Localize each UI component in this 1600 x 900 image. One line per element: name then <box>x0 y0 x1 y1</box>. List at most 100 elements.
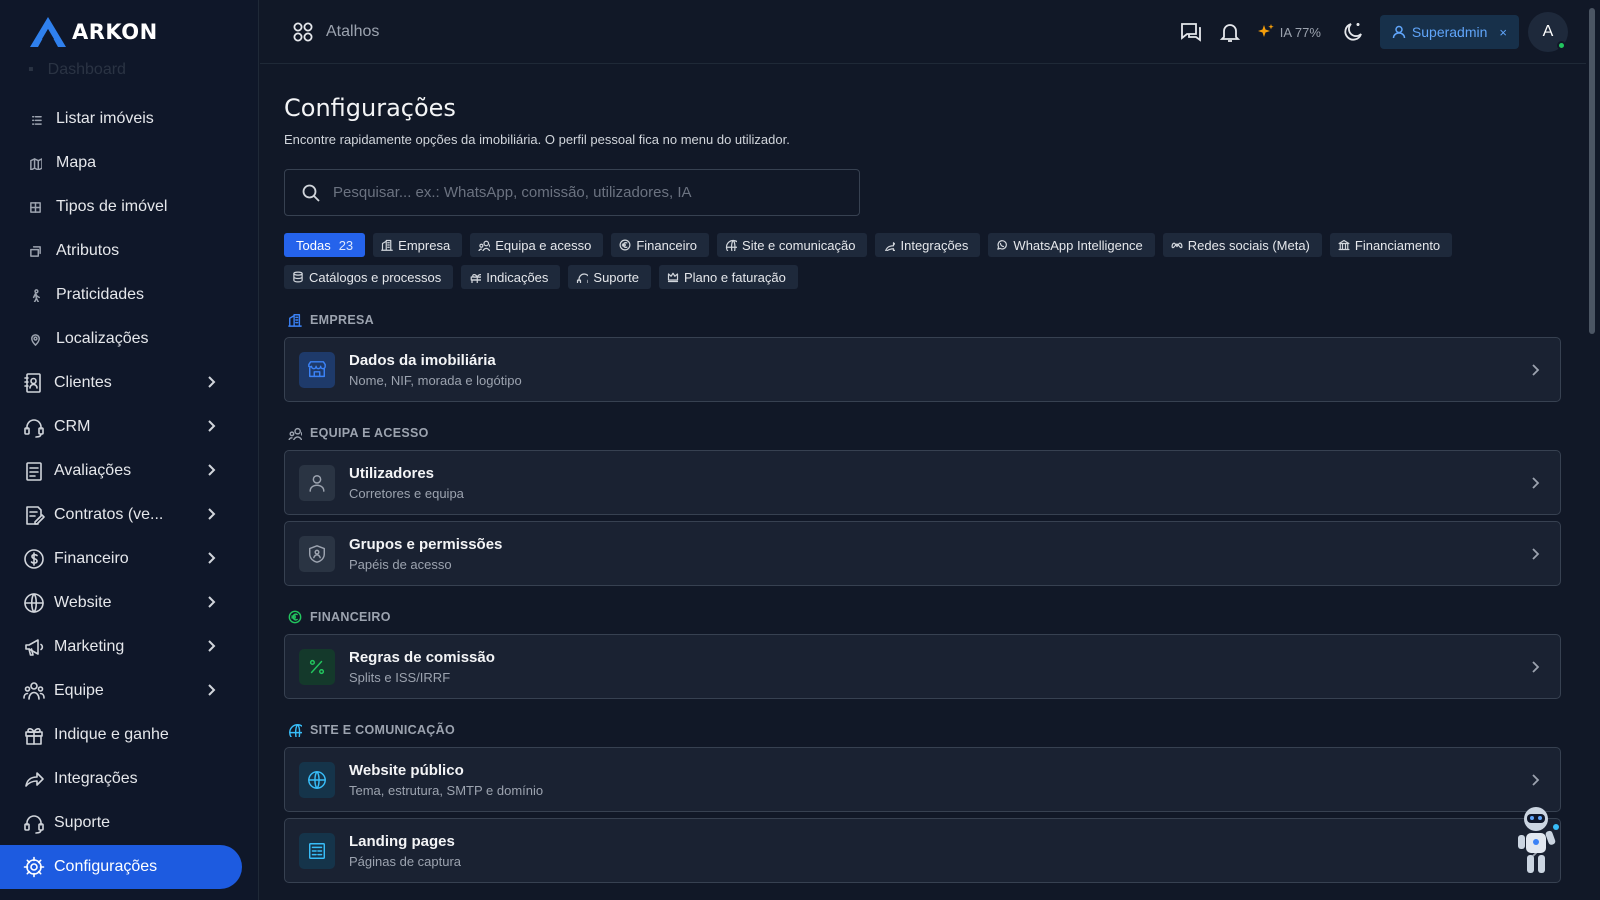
card-text: Landing pages Páginas de captura <box>349 833 461 869</box>
messages-icon[interactable] <box>1178 19 1204 45</box>
section-heading: EQUIPA E ACESSO <box>284 424 1561 442</box>
sidebar-item-listar-imóveis[interactable]: Listar imóveis <box>0 97 258 141</box>
sidebar-item-label: Equipe <box>54 682 104 699</box>
brand-logo[interactable]: ARKON <box>0 0 258 64</box>
sidebar-item-praticidades[interactable]: Praticidades <box>0 273 258 317</box>
filter-chip-empresa[interactable]: Empresa <box>373 233 463 257</box>
card-description: Corretores e equipa <box>349 485 464 501</box>
filter-chip-financeiro[interactable]: Financeiro <box>611 233 710 257</box>
sidebar-item-label: Praticidades <box>56 286 145 303</box>
filter-chip-suporte[interactable]: Suporte <box>568 265 651 289</box>
filter-chip-catálogos-e-processos[interactable]: Catálogos e processos <box>284 265 454 289</box>
settings-card[interactable]: Grupos e permissões Papéis de acesso <box>284 521 1561 586</box>
ia-usage[interactable]: IA 77% <box>1257 23 1321 41</box>
headset-icon <box>24 815 44 834</box>
sidebar-item-crm[interactable]: CRM <box>0 405 258 449</box>
section-heading-label: FINANCEIRO <box>310 610 391 624</box>
sidebar-item-integrações[interactable]: Integrações <box>0 757 258 801</box>
card-text: Website público Tema, estrutura, SMTP e d… <box>349 762 543 798</box>
team-icon <box>478 240 491 251</box>
sidebar-item-equipe[interactable]: Equipe <box>0 669 258 713</box>
card-text: Dados da imobiliária Nome, NIF, morada e … <box>349 352 522 388</box>
sidebar-item-avaliações[interactable]: Avaliações <box>0 449 258 493</box>
dashboard-icon: ▪ <box>28 61 34 78</box>
dollar-icon <box>24 549 44 569</box>
sidebar-item-label: Website <box>54 594 112 611</box>
settings-card[interactable]: Regras de comissão Splits e ISS/IRRF <box>284 634 1561 699</box>
sidebar-item-dashboard[interactable]: ▪ Dashboard <box>28 60 126 80</box>
role-label: Superadmin <box>1411 24 1488 40</box>
filter-chip-integrações[interactable]: Integrações <box>875 233 981 257</box>
sidebar-item-atributos[interactable]: Atributos <box>0 229 258 273</box>
sidebar-item-localizações[interactable]: Localizações <box>0 317 258 361</box>
settings-card[interactable]: Dados da imobiliária Nome, NIF, morada e … <box>284 337 1561 402</box>
filter-chip-label: Indicações <box>486 269 549 285</box>
sidebar-item-contratos-ve[interactable]: Contratos (ve... <box>0 493 258 537</box>
card-description: Splits e ISS/IRRF <box>349 669 451 685</box>
settings-page: Configurações Encontre rapidamente opçõe… <box>284 64 1561 900</box>
shortcuts-button[interactable]: Atalhos <box>292 21 379 43</box>
sidebar-item-mapa[interactable]: Mapa <box>0 141 258 185</box>
settings-card[interactable]: Website público Tema, estrutura, SMTP e d… <box>284 747 1561 812</box>
card-icon-box <box>299 464 335 501</box>
chevron-right-icon <box>208 684 216 696</box>
sidebar-item-indique-e-ganhe[interactable]: Indique e ganhe <box>0 713 258 757</box>
chevron-right-icon <box>208 640 216 652</box>
close-icon[interactable]: × <box>1499 25 1507 40</box>
chevron-right-icon <box>208 420 216 432</box>
gear-icon <box>23 856 45 878</box>
filter-chip-all[interactable]: Todas 23 <box>284 233 366 257</box>
sidebar-item-label: Financeiro <box>54 550 129 567</box>
filter-chip-equipa-e-acesso[interactable]: Equipa e acesso <box>470 233 604 257</box>
sidebar-item-label: Avaliações <box>54 462 132 479</box>
filter-chip-site-e-comunicação[interactable]: Site e comunicação <box>717 233 868 257</box>
sidebar-item-configurações[interactable]: Configurações <box>0 845 242 889</box>
settings-card[interactable]: Utilizadores Corretores e equipa <box>284 450 1561 515</box>
filter-chip-financiamento[interactable]: Financiamento <box>1329 233 1453 257</box>
sidebar-item-financeiro[interactable]: Financeiro <box>0 537 258 581</box>
sidebar-item-label: Suporte <box>54 814 111 831</box>
section-heading: SITE E COMUNICAÇÃO <box>284 721 1561 739</box>
page-scrollbar[interactable] <box>1586 0 1598 900</box>
settings-card[interactable]: Landing pages Páginas de captura <box>284 818 1561 883</box>
brand-name: ARKON <box>72 20 158 44</box>
globe-icon <box>308 770 326 789</box>
headset-icon <box>24 419 44 438</box>
gift-icon <box>470 274 482 283</box>
sidebar-item-tipos-de-imóvel[interactable]: Tipos de imóvel <box>0 185 258 229</box>
filter-chip-label: WhatsApp Intelligence <box>1013 237 1143 253</box>
tags-icon <box>29 245 41 257</box>
assistant-robot-icon[interactable] <box>1512 805 1560 877</box>
scrollbar-thumb[interactable] <box>1589 8 1595 334</box>
sidebar-item-marketing[interactable]: Marketing <box>0 625 258 669</box>
filter-chip-label: Empresa <box>398 237 451 253</box>
sidebar-item-label: Marketing <box>54 638 125 655</box>
headset-icon <box>577 273 589 283</box>
globe-icon <box>725 239 738 251</box>
sidebar-item-clientes[interactable]: Clientes <box>0 361 258 405</box>
sidebar-item-label: Atributos <box>56 242 120 259</box>
card-icon-box <box>299 832 335 869</box>
list-icon <box>31 115 42 125</box>
settings-sections: EMPRESA Dados da imobiliária Nome, NIF, mo… <box>284 311 1561 900</box>
card-title: Website público <box>349 761 464 779</box>
filter-chip-plano-e-faturação[interactable]: Plano e faturação <box>658 265 798 289</box>
search-input[interactable] <box>333 184 833 201</box>
meta-icon <box>1171 242 1183 249</box>
sidebar-item-website[interactable]: Website <box>0 581 258 625</box>
filter-chip-redes-sociais-meta[interactable]: Redes sociais (Meta) <box>1162 233 1322 257</box>
user-icon <box>1392 25 1406 39</box>
building-icon <box>288 314 302 327</box>
section-heading: EMPRESA <box>284 311 1561 329</box>
chevron-right-icon <box>1532 661 1540 673</box>
filter-chip-whatsapp-intelligence[interactable]: WhatsApp Intelligence <box>988 233 1155 257</box>
avatar[interactable]: A <box>1528 12 1568 52</box>
sidebar-item-suporte[interactable]: Suporte <box>0 801 258 845</box>
theme-toggle-icon[interactable] <box>1340 19 1366 45</box>
filter-chip-label: Financiamento <box>1354 237 1441 253</box>
bell-icon[interactable] <box>1217 19 1243 45</box>
filter-chip-label: Plano e faturação <box>683 269 786 285</box>
team-icon <box>288 427 302 440</box>
role-badge[interactable]: Superadmin × <box>1379 15 1519 49</box>
filter-chip-indicações[interactable]: Indicações <box>461 265 561 289</box>
